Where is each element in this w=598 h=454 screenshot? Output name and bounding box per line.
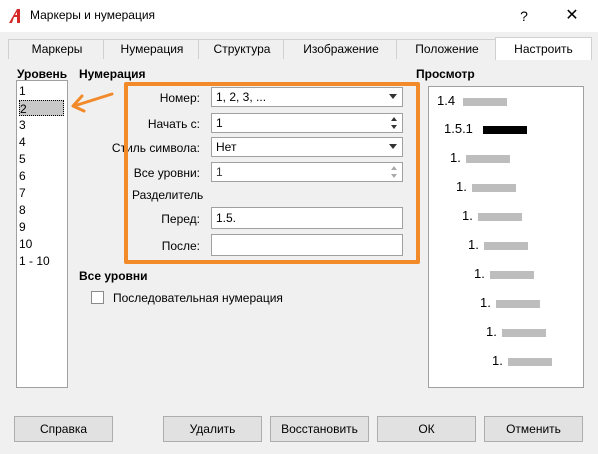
preview-line-bar (466, 155, 510, 163)
list-item[interactable]: 9 (19, 219, 64, 235)
tab-numbering[interactable]: Нумерация (103, 39, 201, 59)
list-item[interactable]: 6 (19, 168, 64, 184)
preview-line-bar (478, 213, 522, 221)
preview-line-label: 1. (456, 179, 467, 194)
preview-heading: Просмотр (416, 67, 475, 81)
sequential-numbering-label[interactable]: Последовательная нумерация (113, 291, 283, 305)
close-button[interactable]: ✕ (560, 4, 584, 28)
preview-line-bar (496, 300, 540, 308)
window-title: Маркеры и нумерация (30, 8, 156, 22)
preview-line-label: 1. (486, 324, 497, 339)
list-item[interactable]: 7 (19, 185, 64, 201)
preview-line-label: 1.4 (437, 93, 456, 108)
numbering-heading: Нумерация (79, 67, 146, 81)
preview-line-bar (508, 358, 552, 366)
list-item[interactable]: 4 (19, 134, 64, 150)
preview-line-bar (502, 329, 546, 337)
all-levels-heading: Все уровни (79, 269, 148, 283)
tab-structure[interactable]: Структура (198, 39, 286, 59)
preview-line-label: 1. (450, 150, 461, 165)
help-title-button[interactable]: ? (512, 4, 536, 28)
list-item[interactable]: 10 (19, 236, 64, 252)
preview-line-bar (490, 271, 534, 279)
delete-button[interactable]: Удалить (163, 416, 262, 442)
preview-pane: 1.4 1.5.1 1. 1. 1. 1. 1. 1. 1. 1. (428, 86, 584, 388)
tab-customize[interactable]: Настроить (495, 37, 592, 60)
app-logo-icon (9, 9, 20, 23)
preview-line-label: 1. (480, 295, 491, 310)
preview-line-label: 1.5.1 (444, 121, 473, 136)
sequential-numbering-checkbox[interactable] (91, 291, 104, 304)
preview-line-bar-current (483, 126, 527, 134)
annotation-highlight-box (124, 82, 420, 264)
level-list[interactable]: 1 2 3 4 5 6 7 8 9 10 1 - 10 (16, 80, 68, 388)
help-button[interactable]: Справка (14, 416, 113, 442)
preview-line-bar (463, 98, 507, 106)
tab-position[interactable]: Положение (396, 39, 498, 59)
list-item[interactable]: 5 (19, 151, 64, 167)
preview-line-bar (472, 184, 516, 192)
list-item[interactable]: 8 (19, 202, 64, 218)
title-bar: Маркеры и нумерация ? ✕ (0, 0, 598, 32)
list-item-selected[interactable]: 2 (19, 100, 64, 116)
list-item[interactable]: 3 (19, 117, 64, 133)
preview-line-label: 1. (468, 237, 479, 252)
list-item[interactable]: 1 (19, 83, 64, 99)
ok-button[interactable]: ОК (377, 416, 476, 442)
preview-line-label: 1. (474, 266, 485, 281)
preview-line-bar (484, 242, 528, 250)
tab-image[interactable]: Изображение (283, 39, 399, 59)
preview-line-label: 1. (492, 353, 503, 368)
list-item[interactable]: 1 - 10 (19, 253, 64, 269)
cancel-button[interactable]: Отменить (484, 416, 583, 442)
tab-markers[interactable]: Маркеры (8, 39, 106, 59)
preview-line-label: 1. (462, 208, 473, 223)
level-heading: Уровень (17, 67, 68, 81)
restore-button[interactable]: Восстановить (270, 416, 369, 442)
